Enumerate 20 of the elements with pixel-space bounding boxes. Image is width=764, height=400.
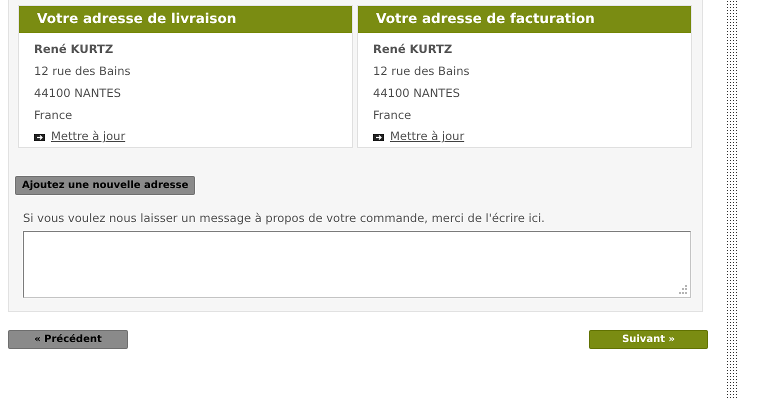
- message-label: Si vous voulez nous laisser un message à propos de votre commande, merci de l'écrire ici.: [23, 210, 546, 227]
- resize-grip-icon: [678, 285, 687, 294]
- arrow-box-icon: [373, 134, 384, 140]
- address-line: 12 rue des Bains: [373, 63, 470, 80]
- arrow-box-icon: [34, 134, 45, 140]
- update-link[interactable]: Mettre à jour: [51, 128, 126, 146]
- next-button[interactable]: Suivant »: [589, 330, 708, 349]
- address-line: 44100 NANTES: [373, 85, 461, 102]
- update-link[interactable]: Mettre à jour: [390, 128, 464, 146]
- address-name: René KURTZ: [373, 41, 454, 58]
- previous-button[interactable]: « Précédent: [8, 330, 128, 349]
- address-name: René KURTZ: [34, 41, 114, 58]
- address-line: France: [34, 107, 74, 124]
- add-address-button[interactable]: Ajoutez une nouvelle adresse: [15, 176, 196, 195]
- card-title: Votre adresse de facturation: [358, 6, 691, 33]
- message-field[interactable]: [23, 231, 691, 298]
- card-title: Votre adresse de livraison: [19, 6, 352, 33]
- address-line: 44100 NANTES: [34, 85, 122, 102]
- address-line: France: [373, 107, 412, 124]
- address-line: 12 rue des Bains: [34, 63, 132, 80]
